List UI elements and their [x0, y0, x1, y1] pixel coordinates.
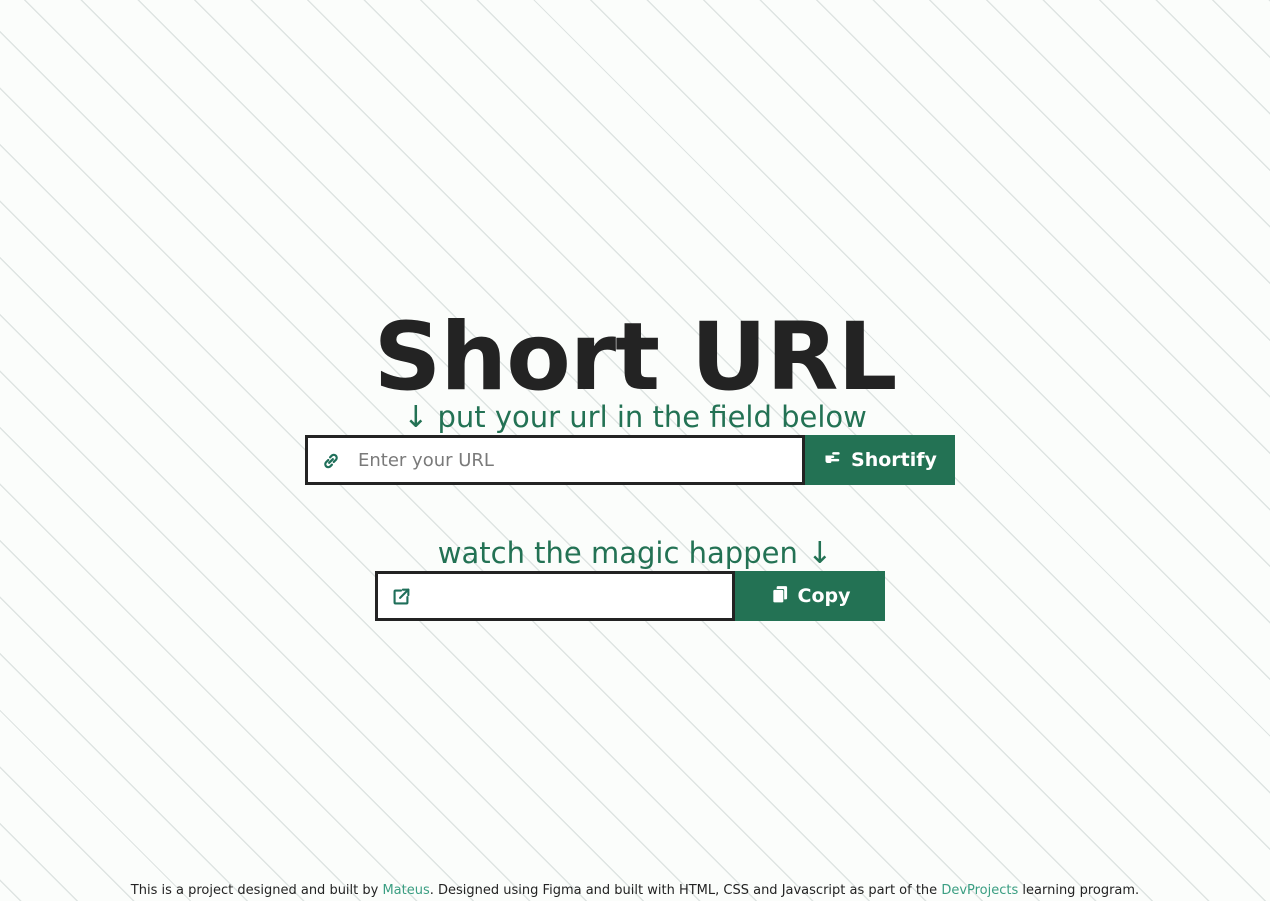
- arrow-down-icon: ↓: [807, 536, 833, 571]
- author-link[interactable]: Mateus: [382, 883, 429, 898]
- external-link-icon: [390, 586, 412, 608]
- footer-text-before: This is a project designed and built by: [130, 883, 383, 898]
- pointing-hand-icon: [823, 448, 843, 473]
- input-hint-text: put your url in the field below: [437, 400, 867, 434]
- url-input[interactable]: [358, 438, 788, 482]
- short-url-field: [375, 571, 735, 621]
- input-hint: ↓ put your url in the field below: [0, 399, 1270, 436]
- url-input-field: [305, 435, 805, 485]
- output-hint-text: watch the magic happen: [437, 536, 798, 570]
- arrow-down-icon: ↓: [403, 400, 429, 435]
- shortify-label: Shortify: [851, 449, 937, 471]
- devprojects-link[interactable]: DevProjects: [941, 883, 1018, 898]
- short-url-output[interactable]: [428, 574, 718, 618]
- link-icon: [320, 450, 342, 472]
- shortify-button[interactable]: Shortify: [805, 435, 955, 485]
- page-title: Short URL: [373, 302, 898, 412]
- footer-text-after: learning program.: [1018, 883, 1140, 898]
- footer-text-middle: . Designed using Figma and built with HT…: [429, 883, 942, 898]
- footer: This is a project designed and built by …: [0, 882, 1270, 900]
- copy-label: Copy: [797, 585, 851, 607]
- output-hint: watch the magic happen ↓: [0, 535, 1270, 572]
- copy-button[interactable]: Copy: [735, 571, 885, 621]
- copy-icon: [770, 584, 790, 609]
